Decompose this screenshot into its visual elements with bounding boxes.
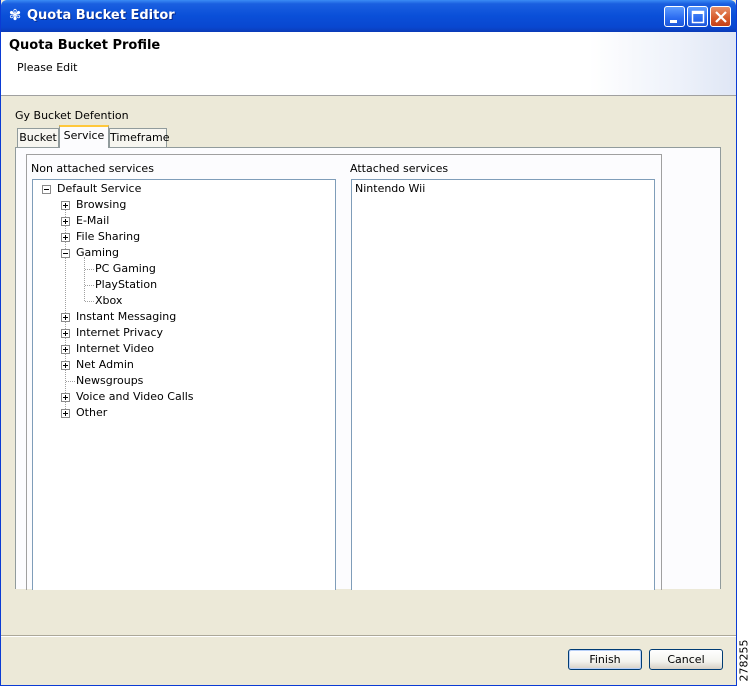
tree-node-label: Voice and Video Calls [76,390,194,403]
tree-guide-line [85,301,94,302]
expand-icon[interactable] [61,345,70,354]
tree-node[interactable]: Voice and Video Calls [33,389,333,405]
tree-node-label: File Sharing [76,230,141,243]
expand-icon[interactable] [61,393,70,402]
tree-node-label: Internet Video [76,342,154,355]
tree-node[interactable]: Other [33,405,333,421]
tree-guide-line [66,381,75,382]
group-label: Gy Bucket Defention [15,109,129,122]
window-title: Quota Bucket Editor [27,8,175,23]
finish-button[interactable]: Finish [568,649,642,670]
figure-id-text: 278255 [737,639,751,682]
tree-node-label: Browsing [76,198,127,211]
tree-node[interactable]: Net Admin [33,357,333,373]
title-bar[interactable]: ✾ Quota Bucket Editor [1,0,736,32]
tree-node-label: Default Service [57,182,142,195]
tree-leaf[interactable]: Xbox [33,293,333,309]
tab-bucket[interactable]: Bucket [17,128,59,147]
maximize-icon [691,10,705,24]
tree-node-label: PlayStation [95,278,158,291]
tree-node-label: Xbox [95,294,123,307]
expand-icon[interactable] [61,361,70,370]
list-item[interactable]: Nintendo Wii [355,182,425,195]
tree-node[interactable]: File Sharing [33,229,333,245]
attached-label: Attached services [350,162,449,175]
profile-header: Quota Bucket Profile Please Edit [1,32,736,96]
tree-guide-line [85,285,94,286]
tree-node-label: Instant Messaging [76,310,177,323]
tree-node-label: Internet Privacy [76,326,164,339]
tree-node-label: PC Gaming [95,262,156,275]
service-tab-panel: Non attached services Attached services … [15,147,721,590]
minimize-button[interactable] [664,6,685,27]
tree-leaf[interactable]: Newsgroups [33,373,333,389]
expand-icon[interactable] [61,201,70,210]
expand-icon[interactable] [61,233,70,242]
tree-node[interactable]: E-Mail [33,213,333,229]
expand-icon[interactable] [61,217,70,226]
tree-node-label: E-Mail [76,214,110,227]
tree-node[interactable]: Internet Video [33,341,333,357]
tree-node[interactable]: Instant Messaging [33,309,333,325]
tree-node-gaming[interactable]: Gaming [33,245,333,261]
tree-guide-line [85,269,94,270]
tab-service[interactable]: Service [59,125,109,148]
close-button[interactable] [710,6,731,27]
tree-leaf[interactable]: PC Gaming [33,261,333,277]
page-subtitle: Please Edit [17,61,78,74]
maximize-button[interactable] [687,6,708,27]
tree-node-label: Newsgroups [76,374,144,387]
page-title: Quota Bucket Profile [9,38,161,53]
non-attached-label: Non attached services [31,162,154,175]
tree-node-label: Gaming [76,246,119,259]
app-icon: ✾ [8,6,22,24]
tree-node-label: Net Admin [76,358,134,371]
attached-services-list[interactable]: Nintendo Wii [351,179,655,590]
cancel-button[interactable]: Cancel [649,649,723,670]
tree-node-label: Other [76,406,108,419]
tree-node-root[interactable]: Default Service [33,181,333,197]
tree-node[interactable]: Browsing [33,197,333,213]
expand-icon[interactable] [61,409,70,418]
tree-node[interactable]: Internet Privacy [33,325,333,341]
tab-timeframe[interactable]: Timeframe [109,128,170,147]
divider [1,635,736,637]
quota-bucket-editor-window: ✾ Quota Bucket Editor Quota Bucket Profi… [0,0,737,686]
expand-icon[interactable] [61,329,70,338]
minimize-icon [670,20,677,23]
collapse-icon[interactable] [61,249,70,258]
non-attached-services-tree[interactable]: Default Service Browsing E-Mail File Sha… [32,179,336,590]
expand-icon[interactable] [61,313,70,322]
tree-leaf[interactable]: PlayStation [33,277,333,293]
close-icon [715,11,727,23]
figure-id: 278255 [737,639,751,682]
collapse-icon[interactable] [42,185,51,194]
